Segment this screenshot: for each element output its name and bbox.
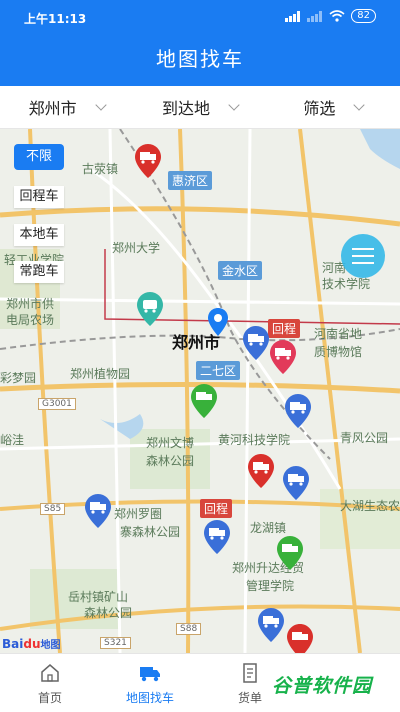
place-label: 管理学院: [246, 579, 295, 593]
road-number: S321: [100, 637, 131, 649]
district-label: 惠济区: [168, 171, 213, 190]
truck-pin-icon[interactable]: [242, 325, 270, 361]
status-time: 上午11:13: [24, 12, 87, 26]
green-pin-icon[interactable]: [190, 383, 218, 419]
battery-icon: 82: [351, 9, 376, 23]
place-label: 黄河科技学院: [218, 433, 291, 447]
destination-filter-label: 到达地: [161, 99, 210, 118]
location-pin-icon: [208, 308, 228, 336]
district-label: 二七区: [196, 361, 241, 380]
menu-icon: [352, 262, 374, 264]
truck-icon: [140, 667, 160, 682]
tab-home-label: 首页: [37, 691, 62, 705]
cargo-pin-icon[interactable]: [269, 339, 297, 375]
return-route-tag: 回程: [200, 499, 233, 518]
status-icons: 82: [285, 9, 376, 23]
place-label: 森林公园: [84, 606, 133, 620]
map-attribution: Baidu地图: [2, 636, 61, 651]
teal-pin-icon[interactable]: [136, 291, 164, 327]
road-number: S85: [40, 503, 66, 515]
chevron-down-icon: [95, 98, 107, 111]
place-label: 彩梦园: [0, 371, 37, 385]
menu-icon: [352, 255, 374, 257]
place-label: 大湖生态农业: [340, 499, 400, 513]
city-filter[interactable]: 郑州市: [0, 86, 133, 128]
truck-pin-icon[interactable]: [257, 607, 285, 643]
truck-pin-icon[interactable]: [284, 393, 312, 429]
signal-icon: [285, 10, 301, 22]
road-number: G3001: [38, 398, 76, 410]
signal-icon: [307, 10, 323, 22]
wifi-icon: [329, 10, 345, 22]
place-label: 峪洼: [0, 433, 25, 447]
chevron-down-icon: [228, 98, 240, 111]
place-label: 寨森林公园: [120, 525, 181, 539]
place-label: 郑州植物园: [70, 367, 131, 381]
more-filter[interactable]: 筛选: [267, 86, 400, 128]
watermark: 谷普软件园: [272, 675, 373, 697]
place-label: 岳村镇矿山: [68, 590, 129, 604]
truck-pin-icon[interactable]: [282, 465, 310, 501]
place-label: 郑州大学: [112, 241, 161, 255]
cargo-pin-icon[interactable]: [134, 143, 162, 179]
attribution-brand: Bai: [2, 637, 24, 651]
menu-button[interactable]: [341, 234, 385, 278]
home-icon: [41, 664, 59, 682]
return-truck-button[interactable]: 回程车: [14, 186, 64, 208]
tab-map-label: 地图找车: [125, 691, 174, 705]
local-truck-button[interactable]: 本地车: [14, 224, 64, 246]
place-label: 森林公园: [146, 454, 195, 468]
filter-bar: 郑州市 到达地 筛选: [0, 86, 400, 129]
tab-map-find-truck[interactable]: 地图找车: [100, 654, 200, 712]
place-label: 电局农场: [6, 313, 55, 327]
unlimited-button[interactable]: 不限: [14, 144, 64, 170]
status-bar: 上午11:13 82: [0, 0, 400, 36]
road-number: S88: [176, 623, 202, 635]
attribution-brand-accent: du: [23, 637, 41, 651]
cargo-pin-icon[interactable]: [247, 453, 275, 489]
place-label: 郑州市供: [6, 297, 55, 311]
more-filter-label: 筛选: [303, 99, 336, 118]
place-label: 郑州文博: [146, 436, 195, 450]
place-label: 河南省地: [314, 327, 363, 341]
place-label: 郑州罗圈: [114, 507, 163, 521]
return-route-tag: 回程: [268, 319, 301, 338]
truck-pin-icon[interactable]: [84, 493, 112, 529]
cargo-pin-icon[interactable]: [286, 623, 314, 653]
attribution-suffix: 地图: [40, 640, 61, 651]
district-label: 金水区: [218, 261, 263, 280]
city-filter-label: 郑州市: [28, 99, 77, 118]
place-label: 质博物馆: [314, 345, 363, 359]
chevron-down-icon: [353, 98, 365, 111]
destination-filter[interactable]: 到达地: [133, 86, 266, 128]
menu-icon: [352, 248, 374, 250]
frequent-truck-button[interactable]: 常跑车: [14, 261, 64, 283]
place-label: 青风公园: [340, 431, 389, 445]
place-label: 古荥镇: [82, 162, 119, 176]
tab-home[interactable]: 首页: [0, 654, 100, 712]
green-pin-icon[interactable]: [276, 535, 304, 571]
place-label: 龙湖镇: [250, 521, 287, 535]
truck-pin-icon[interactable]: [203, 519, 231, 555]
page-title: 地图找车: [0, 36, 400, 86]
document-icon: [243, 663, 257, 683]
